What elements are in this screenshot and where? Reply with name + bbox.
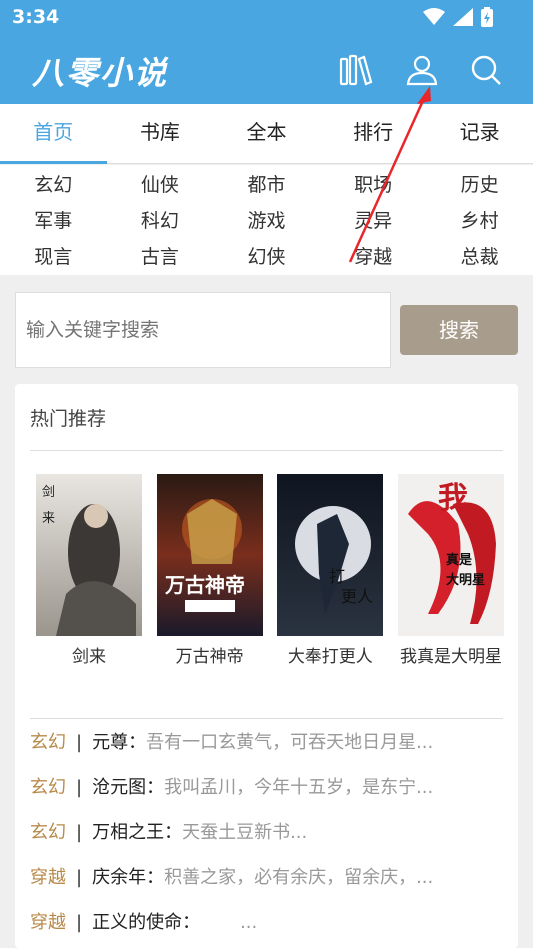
book-cover[interactable]: 剑 来 [36, 474, 142, 636]
book-cover[interactable]: 打 更人 [277, 474, 384, 636]
svg-text:我: 我 [438, 481, 468, 516]
bookshelf-button[interactable] [336, 50, 376, 90]
list-item-tag[interactable]: 玄幻 [30, 822, 66, 843]
user-button[interactable] [402, 50, 442, 90]
search-bar: 搜索 [15, 292, 518, 368]
svg-text:打: 打 [329, 567, 345, 586]
list-item-desc: 我叫孟川，今年十五岁，是东宁... [164, 777, 434, 798]
category-item[interactable]: 科幻 [107, 203, 214, 239]
list-item[interactable]: 穿越 | 正义的使命：... [30, 900, 505, 945]
divider [30, 450, 503, 451]
book-title: 大奉打更人 [287, 647, 373, 667]
search-input[interactable] [15, 292, 391, 368]
battery-icon [481, 7, 493, 27]
search-button-top[interactable] [466, 50, 506, 90]
svg-text:剑: 剑 [42, 484, 55, 500]
separator: | [76, 867, 83, 888]
search-icon [471, 55, 501, 85]
wifi-icon [423, 8, 445, 25]
divider [30, 718, 503, 719]
svg-text:更人: 更人 [341, 587, 373, 606]
list-item-desc: 吾有一口玄黄气，可吞天地日月星... [146, 732, 434, 753]
category-item[interactable]: 灵异 [320, 203, 427, 239]
nav-tabs: 首页 书库 全本 排行 记录 [0, 104, 533, 164]
book-item[interactable]: 万古神帝 万古神帝 [156, 474, 264, 667]
list-item-tag[interactable]: 穿越 [30, 912, 66, 933]
svg-text:来: 来 [42, 511, 55, 526]
tab-completed[interactable]: 全本 [213, 104, 320, 163]
list-item-tag[interactable]: 玄幻 [30, 777, 66, 798]
category-item[interactable]: 玄幻 [0, 167, 107, 203]
category-item[interactable]: 总裁 [426, 239, 533, 275]
tab-history[interactable]: 记录 [426, 104, 533, 163]
category-item[interactable]: 穿越 [320, 239, 427, 275]
system-icons [423, 7, 493, 27]
book-cover[interactable]: 万古神帝 [156, 474, 263, 636]
list-item-tag[interactable]: 穿越 [30, 867, 66, 888]
app-logo: 八零小说 [32, 54, 169, 92]
list-item[interactable]: 玄幻 | 万相之王：天蚕土豆新书... [30, 810, 505, 855]
tab-home[interactable]: 首页 [0, 104, 107, 164]
book-cover[interactable]: 我 真是 大明星 [397, 474, 504, 636]
separator: | [76, 912, 83, 933]
book-shelf: 剑 来 剑来 万古神帝 万古神帝 打 更人 大奉打更人 我 真是 大明星 我真是… [35, 474, 505, 667]
category-item[interactable]: 都市 [213, 167, 320, 203]
category-item[interactable]: 幻侠 [213, 239, 320, 275]
list-item-name[interactable]: 庆余年： [92, 867, 164, 888]
section-title: 热门推荐 [30, 408, 107, 430]
svg-text:万古神帝: 万古神帝 [164, 573, 245, 597]
separator: | [76, 732, 83, 753]
bookshelf-icon [339, 54, 373, 86]
list-item-name[interactable]: 正义的使命： [92, 912, 200, 933]
category-item[interactable]: 历史 [426, 167, 533, 203]
book-item[interactable]: 打 更人 大奉打更人 [276, 474, 384, 667]
category-item[interactable]: 职场 [320, 167, 427, 203]
book-title: 剑来 [72, 647, 106, 667]
category-item[interactable]: 游戏 [213, 203, 320, 239]
list-item[interactable]: 穿越 | 庆余年：积善之家，必有余庆，留余庆，... [30, 855, 505, 900]
list-item-tag[interactable]: 玄幻 [30, 732, 66, 753]
user-icon [406, 55, 438, 86]
separator: | [76, 822, 83, 843]
book-title: 万古神帝 [175, 647, 244, 667]
category-item[interactable]: 军事 [0, 203, 107, 239]
list-item[interactable]: 玄幻 | 沧元图：我叫孟川，今年十五岁，是东宁... [30, 765, 505, 810]
search-button[interactable]: 搜索 [400, 305, 518, 355]
book-item[interactable]: 我 真是 大明星 我真是大明星 [397, 474, 505, 667]
category-item[interactable]: 仙侠 [107, 167, 214, 203]
svg-text:大明星: 大明星 [446, 572, 485, 588]
list-item-name[interactable]: 万相之王： [92, 822, 182, 843]
status-time: 3:34 [12, 6, 60, 28]
list-item-desc: 天蚕土豆新书... [182, 822, 308, 843]
app-bar: 八零小说 [0, 36, 533, 104]
category-item[interactable]: 现言 [0, 239, 107, 275]
signal-icon [453, 8, 473, 26]
hot-recommend-card: 热门推荐 剑 来 剑来 万古神帝 万古神帝 打 更人 大奉打更人 我 真是 大明… [15, 384, 518, 948]
list-item-name[interactable]: 元尊： [92, 732, 146, 753]
tab-ranking[interactable]: 排行 [320, 104, 427, 163]
list-item-desc: 积善之家，必有余庆，留余庆，... [164, 867, 434, 888]
list-item-name[interactable]: 沧元图： [92, 777, 164, 798]
category-grid: 玄幻 仙侠 都市 职场 历史 军事 科幻 游戏 灵异 乡村 现言 古言 幻侠 穿… [0, 165, 533, 275]
book-list: 玄幻 | 元尊：吾有一口玄黄气，可吞天地日月星... 玄幻 | 沧元图：我叫孟川，今年十… [30, 720, 505, 945]
category-item[interactable]: 乡村 [426, 203, 533, 239]
list-item-desc: ... [240, 912, 258, 933]
tab-library[interactable]: 书库 [107, 104, 214, 163]
category-item[interactable]: 古言 [107, 239, 214, 275]
book-item[interactable]: 剑 来 剑来 [35, 474, 143, 667]
book-title: 我真是大明星 [399, 647, 502, 667]
status-bar: 3:34 [0, 0, 533, 36]
svg-text:真是: 真是 [446, 552, 473, 568]
list-item[interactable]: 玄幻 | 元尊：吾有一口玄黄气，可吞天地日月星... [30, 720, 505, 765]
separator: | [76, 777, 83, 798]
